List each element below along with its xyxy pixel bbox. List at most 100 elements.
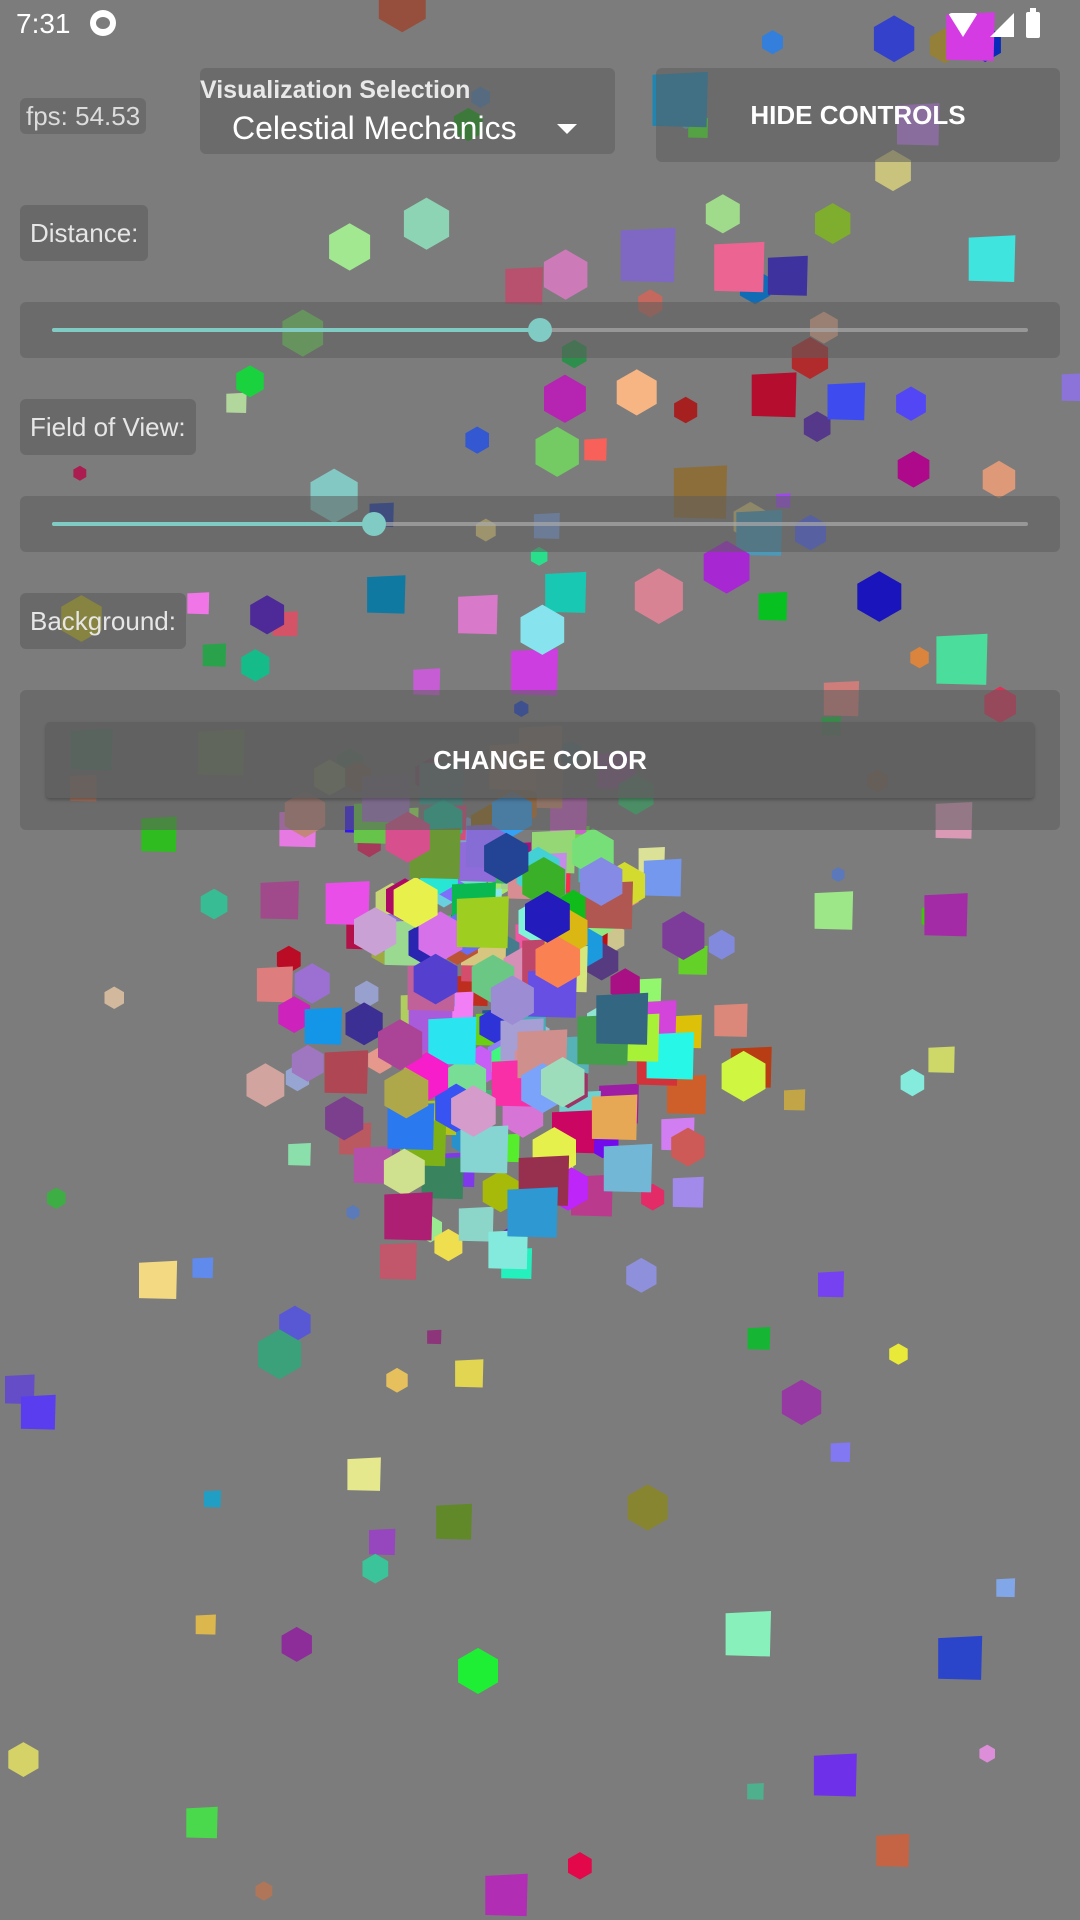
particle-cube [815,203,851,244]
particle-cube [591,1094,638,1140]
particle-cube [203,1490,221,1508]
background-label: Background: [20,593,186,649]
notification-app-icon [90,10,116,36]
particle-cube [784,1089,806,1111]
particle-cube [485,1873,528,1917]
visualization-selector[interactable]: Visualization Selection Celestial Mechan… [200,68,615,154]
particle-cube [634,568,683,624]
fov-slider-fill [52,522,375,526]
particle-cube [747,1327,771,1350]
particle-cube [436,1503,472,1540]
particle-cube [465,426,489,454]
particle-cube [324,1050,369,1094]
particle-cube [256,966,293,1003]
particle-cube [236,365,264,398]
particle-cube [813,1753,857,1797]
status-time: 7:31 [16,8,71,39]
particle-cube [830,1442,851,1463]
particle-cube [379,1242,417,1280]
particle-cube [928,1046,955,1073]
particle-cube [751,372,797,418]
particle-cube [831,867,845,882]
chevron-down-icon[interactable] [557,124,577,134]
particle-cube [714,1003,748,1037]
particle-cube [369,1528,396,1556]
particle-cube [857,571,902,622]
particle-cube [354,980,379,1008]
field-of-view-label: Field of View: [20,399,196,455]
distance-slider-panel [20,302,1060,358]
fov-slider-thumb[interactable] [362,512,387,536]
particle-cube [104,986,124,1009]
particle-cube [345,1002,383,1046]
fov-slider-panel [20,496,1060,552]
particle-cube [818,1271,844,1298]
particle-cube [767,255,808,296]
particle-scene[interactable] [0,0,1080,1920]
particle-cube [814,891,854,930]
particle-cube [672,1176,704,1208]
particle-cube [386,1367,408,1393]
particle-cube [241,649,270,682]
particle-cube [596,992,649,1045]
hide-controls-button[interactable]: HIDE CONTROLS [656,68,1060,162]
distance-slider-track[interactable] [52,318,1028,342]
particle-cube [1061,373,1080,402]
particle-cube [8,1742,39,1777]
particle-cube [20,1394,56,1430]
particle-cube [139,1260,178,1299]
particle-cube [458,1647,498,1694]
particle-cube [187,592,210,615]
particle-cube [535,426,579,477]
particle-cube [507,1187,558,1238]
particle-cube [47,1187,66,1209]
particle-cube [603,1143,653,1193]
distance-slider-thumb[interactable] [528,318,552,342]
particle-cube [803,411,831,442]
change-color-button[interactable]: CHANGE COLOR [46,722,1034,798]
particle-cube [505,267,544,305]
particle-cube [725,1611,771,1657]
particle-cube [584,438,607,461]
particle-cube [979,1744,995,1763]
particle-cube [329,223,371,271]
particle-cube [362,1553,389,1584]
particle-cube [616,369,657,416]
particle-cube [367,575,406,614]
distance-label: Distance: [20,205,149,261]
particle-cube [747,1783,764,1800]
particle-cube [226,392,247,413]
particle-cube [938,1635,983,1680]
fov-slider-track[interactable] [52,512,1028,536]
particle-cube [910,646,929,669]
particle-cube [705,194,740,234]
particle-cube [924,893,968,937]
cell-signal-icon [990,13,1014,37]
particle-cube [544,374,586,423]
particle-cube [347,1457,381,1491]
particle-cube [246,1063,285,1107]
particle-cube [458,594,498,635]
particle-cube [643,858,682,897]
particle-cube [458,1206,494,1242]
particle-cube [403,197,450,250]
particle-cube [896,386,926,421]
particle-cube [897,451,930,488]
particle-cube [456,896,509,949]
particle-cube [543,249,588,300]
particle-cube [202,643,227,667]
particle-cube [294,963,330,1004]
status-icons [948,8,1040,40]
particle-cube [982,460,1016,499]
particle-cube [758,592,788,621]
visualization-selected-value[interactable]: Celestial Mechanics [232,110,517,147]
particle-cube [996,1578,1016,1598]
particle-cube [627,1484,668,1531]
particle-cube [714,241,765,293]
particle-cube [427,1329,442,1345]
particle-cube [545,571,587,613]
particle-cube [304,1007,342,1045]
particle-cube [192,1257,214,1279]
particle-cube [900,1068,925,1097]
status-bar: 7:31 [0,0,1080,50]
